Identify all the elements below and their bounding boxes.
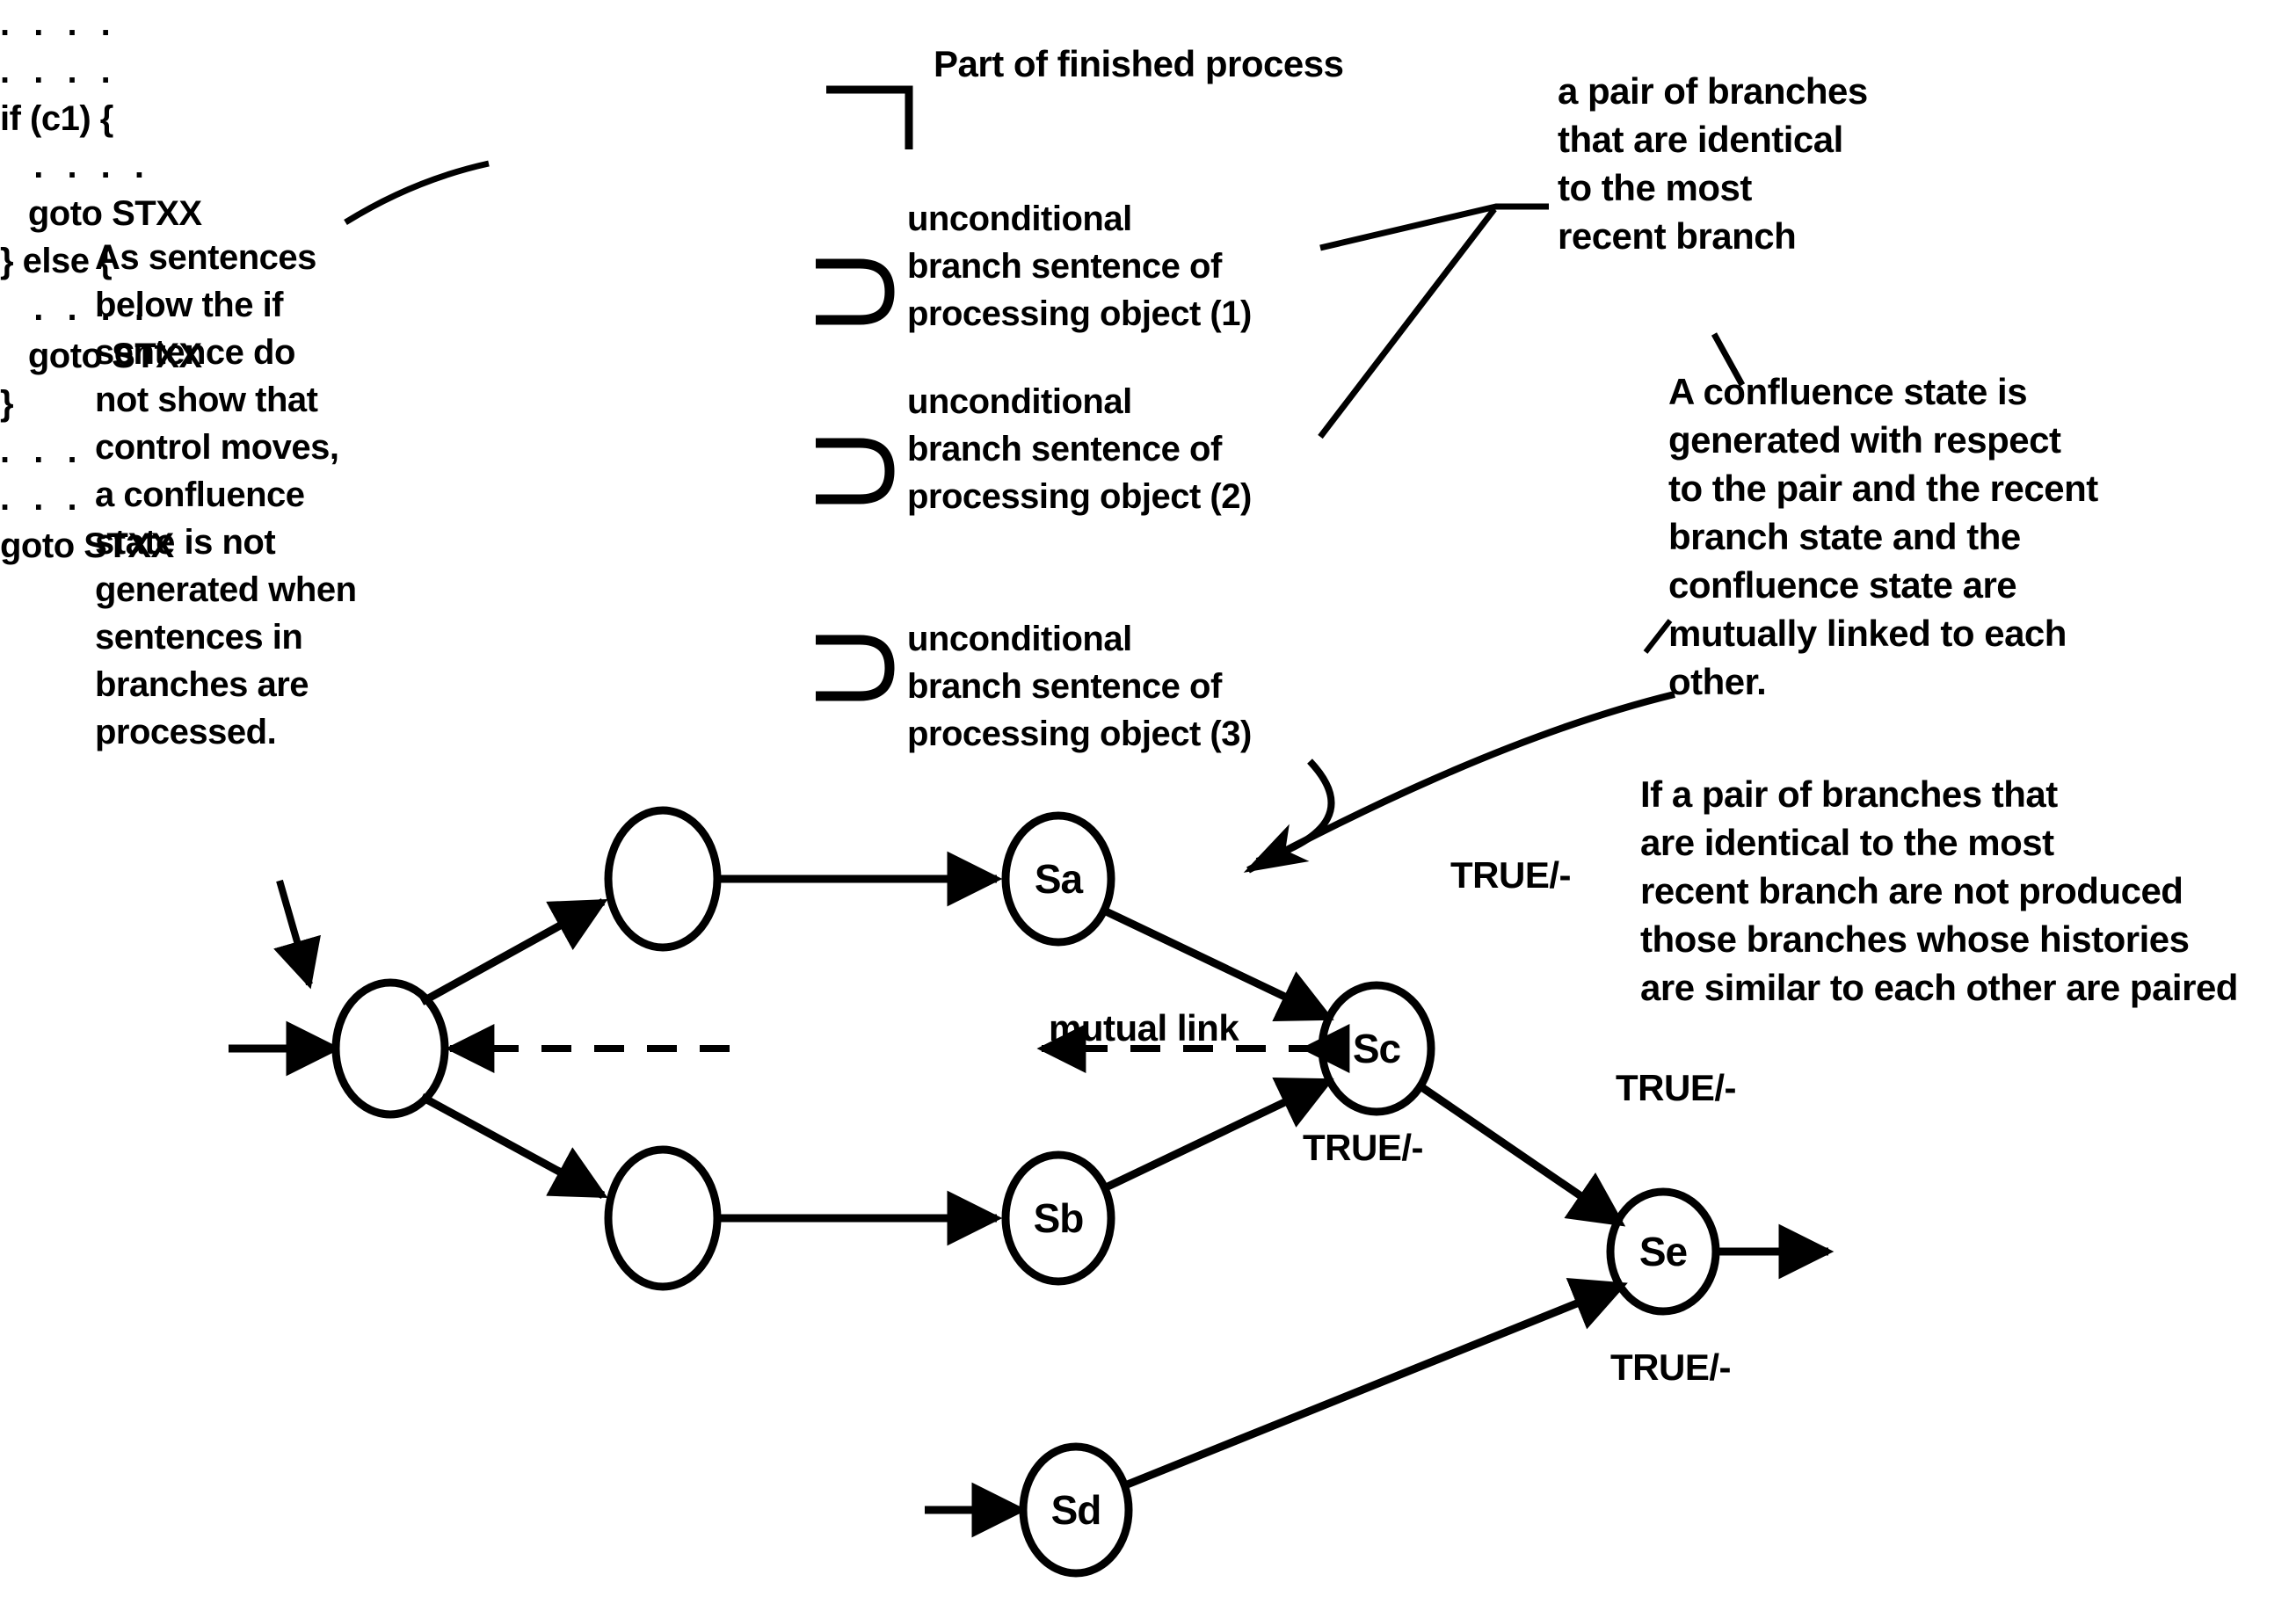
note1-to-note2-tick <box>1711 332 1746 387</box>
node-sc-label: Sc <box>1353 1026 1401 1071</box>
edge-sa-to-sc <box>1102 906 1334 1022</box>
node-lower-branch <box>604 1145 722 1291</box>
edge-sc-to-se <box>1418 1083 1626 1227</box>
edge-sd-to-se <box>1123 1277 1628 1490</box>
edge-label-sc-to-se: TRUE/- <box>1616 1067 1736 1108</box>
edge-start-to-upper <box>419 898 608 1005</box>
edge-label-sb-to-sc: TRUE/- <box>1303 1127 1423 1168</box>
edge-sb-to-sc <box>1102 1077 1334 1193</box>
branch-sentence-3-arrow-icon <box>816 635 895 701</box>
node-sc: Sc <box>1318 981 1435 1116</box>
finished-process-bracket-icon <box>826 85 913 149</box>
leader-line-note-to-start-node <box>273 879 321 990</box>
edge-label-sd-to-se: TRUE/- <box>1610 1346 1731 1388</box>
branch-sentence-1-arrow-icon <box>816 258 895 325</box>
branch-pair-connector-line <box>1318 203 1549 439</box>
figure-canvas: As sentences below the if sentence do no… <box>0 0 2296 1604</box>
note2-confluence-tick <box>1643 619 1673 654</box>
node-se-label: Se <box>1639 1229 1688 1274</box>
node-se: Se <box>1606 1187 1720 1316</box>
node-sd: Sd <box>1019 1442 1133 1578</box>
leader-line-confluence-to-sc <box>1243 691 1675 874</box>
node-sa: Sa <box>1001 811 1115 947</box>
node-sd-label: Sd <box>1051 1487 1101 1533</box>
leader-line-branch3-to-sc <box>1255 758 1335 865</box>
edge-label-sa-to-sc: TRUE/- <box>1450 854 1571 896</box>
node-sb: Sb <box>1001 1150 1115 1286</box>
node-upper-branch <box>604 806 722 952</box>
node-sa-label: Sa <box>1035 856 1084 902</box>
branch-sentence-2-arrow-icon <box>816 438 895 504</box>
leader-line-to-if-statement <box>344 160 490 225</box>
diagram-vector-layer: Sa Sb Sc Sd Se TRUE/- TRUE/- TRUE/- TRUE… <box>229 85 1835 1578</box>
node-sb-label: Sb <box>1034 1195 1084 1241</box>
edge-start-to-lower <box>419 1093 608 1199</box>
